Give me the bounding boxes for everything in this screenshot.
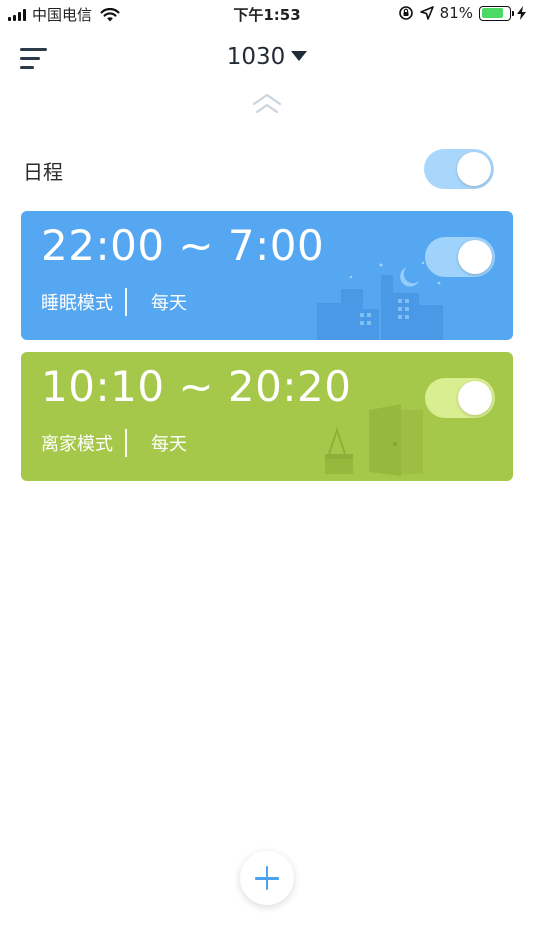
status-bar: 中国电信 下午1:53 81% <box>0 0 534 28</box>
schedule-card-sleep[interactable]: 22:00 ~ 7:00 睡眠模式 每天 <box>21 211 513 340</box>
charging-icon <box>517 6 526 20</box>
battery-percent: 81% <box>439 4 473 22</box>
card-mode-name: 离家模式 <box>41 434 113 455</box>
toggle-knob <box>458 381 492 415</box>
card-mode-row: 睡眠模式 每天 <box>41 288 187 316</box>
chevron-up-icon[interactable] <box>251 92 283 116</box>
schedule-card-away[interactable]: 10:10 ~ 20:20 离家模式 每天 <box>21 352 513 481</box>
toggle-knob <box>457 152 491 186</box>
card-repeat: 每天 <box>151 293 187 314</box>
device-selector[interactable]: 1030 <box>0 44 534 70</box>
card-toggle-sleep[interactable] <box>425 237 495 277</box>
card-mode-row: 离家模式 每天 <box>41 429 187 457</box>
status-right: 81% <box>398 4 526 22</box>
card-time-range: 10:10 ~ 20:20 <box>41 362 352 411</box>
battery-fill <box>481 8 504 18</box>
toggle-knob <box>458 240 492 274</box>
card-toggle-away[interactable] <box>425 378 495 418</box>
card-mode-name: 睡眠模式 <box>41 293 113 314</box>
schedule-toggle[interactable] <box>424 149 494 189</box>
schedule-label: 日程 <box>23 160 63 184</box>
battery-icon <box>479 5 514 21</box>
orientation-lock-icon <box>398 6 413 20</box>
caret-down-icon <box>291 50 308 61</box>
device-name: 1030 <box>226 44 286 70</box>
add-schedule-button[interactable] <box>240 851 294 905</box>
card-repeat: 每天 <box>151 434 187 455</box>
location-icon <box>419 6 434 20</box>
card-time-range: 22:00 ~ 7:00 <box>41 221 325 270</box>
